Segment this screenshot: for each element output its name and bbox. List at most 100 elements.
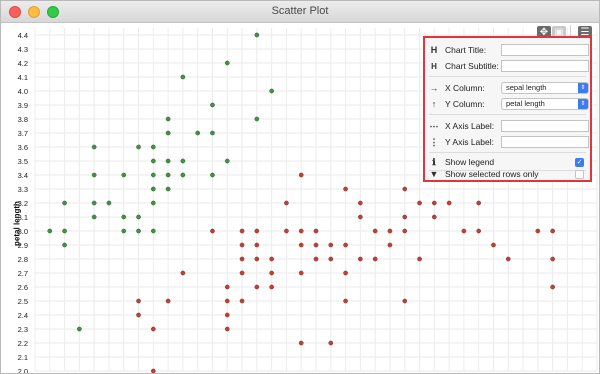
data-point[interactable] (402, 214, 408, 220)
data-point[interactable] (313, 228, 319, 234)
data-point[interactable] (239, 242, 245, 248)
data-point[interactable] (491, 242, 496, 248)
data-point[interactable] (239, 256, 245, 262)
data-point[interactable] (387, 242, 393, 248)
data-point[interactable] (151, 326, 156, 332)
data-point[interactable] (505, 256, 511, 262)
data-point[interactable] (210, 130, 215, 136)
data-point[interactable] (151, 200, 156, 206)
data-point[interactable] (476, 200, 481, 206)
data-point[interactable] (417, 200, 422, 206)
data-point[interactable] (343, 242, 348, 248)
chart-subtitle-input[interactable] (501, 60, 589, 72)
data-point[interactable] (136, 312, 141, 318)
data-point[interactable] (461, 228, 467, 234)
data-point[interactable] (254, 116, 260, 122)
data-point[interactable] (372, 228, 378, 234)
data-point[interactable] (165, 298, 171, 304)
data-point[interactable] (358, 200, 363, 206)
data-point[interactable] (91, 200, 97, 206)
data-point[interactable] (151, 158, 156, 164)
data-point[interactable] (165, 130, 171, 136)
data-point[interactable] (180, 270, 186, 276)
data-point[interactable] (254, 284, 260, 290)
chart-title-input[interactable] (501, 44, 589, 56)
data-point[interactable] (121, 228, 127, 234)
data-point[interactable] (298, 340, 304, 346)
data-point[interactable] (402, 186, 408, 192)
data-point[interactable] (298, 172, 304, 178)
data-point[interactable] (136, 298, 141, 304)
data-point[interactable] (446, 200, 452, 206)
data-point[interactable] (224, 312, 230, 318)
data-point[interactable] (328, 340, 334, 346)
data-point[interactable] (151, 172, 156, 178)
data-point[interactable] (269, 88, 274, 94)
show-selected-row[interactable]: ▼ Show selected rows only (429, 166, 586, 182)
data-point[interactable] (298, 242, 304, 248)
data-point[interactable] (165, 158, 171, 164)
data-point[interactable] (151, 368, 156, 373)
data-point[interactable] (47, 228, 53, 234)
data-point[interactable] (239, 228, 245, 234)
data-point[interactable] (165, 116, 171, 122)
data-point[interactable] (254, 228, 260, 234)
data-point[interactable] (550, 256, 555, 262)
data-point[interactable] (550, 228, 555, 234)
data-point[interactable] (224, 60, 230, 66)
data-point[interactable] (269, 284, 274, 290)
title-bar[interactable]: Scatter Plot (1, 1, 599, 23)
data-point[interactable] (343, 298, 348, 304)
y-axis-label-input[interactable] (501, 136, 589, 148)
data-point[interactable] (284, 200, 289, 206)
data-point[interactable] (210, 102, 215, 108)
data-point[interactable] (402, 298, 408, 304)
data-point[interactable] (358, 214, 363, 220)
data-point[interactable] (254, 32, 260, 38)
data-point[interactable] (180, 158, 186, 164)
data-point[interactable] (269, 256, 274, 262)
data-point[interactable] (328, 242, 334, 248)
data-point[interactable] (62, 200, 67, 206)
data-point[interactable] (77, 326, 82, 332)
data-point[interactable] (180, 74, 186, 80)
data-point[interactable] (210, 228, 215, 234)
data-point[interactable] (62, 242, 67, 248)
data-point[interactable] (180, 172, 186, 178)
data-point[interactable] (432, 200, 437, 206)
data-point[interactable] (550, 284, 555, 290)
data-point[interactable] (239, 270, 245, 276)
data-point[interactable] (535, 228, 541, 234)
show-selected-checkbox[interactable] (575, 169, 584, 179)
data-point[interactable] (372, 256, 378, 262)
data-point[interactable] (121, 172, 127, 178)
data-point[interactable] (91, 172, 97, 178)
data-point[interactable] (239, 298, 245, 304)
data-point[interactable] (343, 270, 348, 276)
data-point[interactable] (136, 214, 141, 220)
data-point[interactable] (432, 214, 437, 220)
data-point[interactable] (387, 228, 393, 234)
data-point[interactable] (358, 256, 363, 262)
data-point[interactable] (224, 158, 230, 164)
data-point[interactable] (313, 242, 319, 248)
data-point[interactable] (210, 172, 215, 178)
data-point[interactable] (328, 256, 334, 262)
data-point[interactable] (165, 186, 171, 192)
data-point[interactable] (195, 130, 200, 136)
data-point[interactable] (284, 228, 289, 234)
data-point[interactable] (106, 200, 112, 206)
data-point[interactable] (476, 228, 481, 234)
data-point[interactable] (269, 270, 274, 276)
data-point[interactable] (402, 228, 408, 234)
data-point[interactable] (343, 186, 348, 192)
data-point[interactable] (151, 186, 156, 192)
data-point[interactable] (254, 242, 260, 248)
data-point[interactable] (313, 256, 319, 262)
data-point[interactable] (254, 256, 260, 262)
data-point[interactable] (224, 298, 230, 304)
data-point[interactable] (151, 144, 156, 150)
data-point[interactable] (224, 284, 230, 290)
x-column-select[interactable]: sepal length ⇕ (501, 82, 589, 94)
data-point[interactable] (165, 172, 171, 178)
